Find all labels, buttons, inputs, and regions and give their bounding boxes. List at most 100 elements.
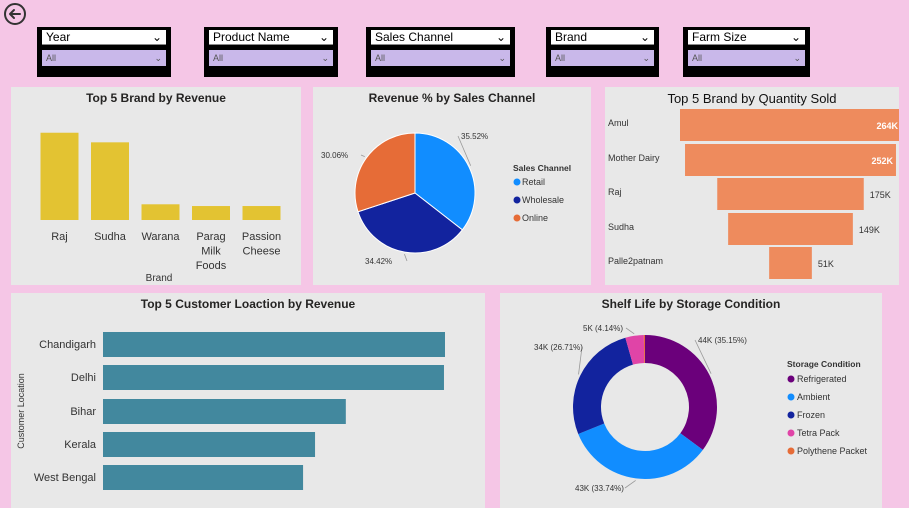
funnel-bar-3 bbox=[728, 213, 853, 245]
data-label: 149K bbox=[859, 225, 880, 235]
slicer-sales-channel[interactable]: Sales Channel ⌄ All ⌄ bbox=[366, 27, 515, 77]
slicer-dropdown[interactable]: All ⌄ bbox=[209, 50, 333, 66]
chevron-down-icon: ⌄ bbox=[642, 52, 650, 63]
x-tick-label: Warana bbox=[141, 231, 180, 243]
chevron-down-icon: ⌄ bbox=[495, 30, 506, 44]
slicer-header[interactable]: Year ⌄ bbox=[42, 30, 166, 45]
legend-marker bbox=[513, 196, 521, 204]
leader-line bbox=[625, 327, 635, 335]
legend-marker bbox=[513, 214, 521, 222]
slicer-value: All bbox=[692, 53, 703, 63]
funnel-label: Amul bbox=[608, 118, 629, 128]
slicer-label: Brand bbox=[555, 30, 588, 44]
slicer-farm-size[interactable]: Farm Size ⌄ All ⌄ bbox=[683, 27, 810, 77]
chevron-down-icon: ⌄ bbox=[151, 30, 162, 44]
shelf-life-chart: 44K (35.15%) 43K (33.74%) 34K (26.71%) 5K (… bbox=[534, 324, 868, 493]
sales-channel-panel: Revenue % by Sales Channel 35.52% 34.42% 3… bbox=[313, 87, 591, 285]
arrow-left-icon bbox=[9, 9, 21, 19]
y-axis-title: Customer Location bbox=[16, 373, 26, 449]
slicer-dropdown[interactable]: All ⌄ bbox=[371, 50, 510, 66]
legend-label: Online bbox=[522, 213, 548, 223]
y-tick-label: Delhi bbox=[71, 372, 96, 384]
data-label: 252K bbox=[871, 156, 893, 166]
data-label: 35.52% bbox=[461, 132, 488, 141]
legend-label: Refrigerated bbox=[797, 374, 847, 384]
chevron-down-icon: ⌄ bbox=[154, 52, 162, 63]
data-label: 264K bbox=[876, 121, 898, 131]
slicer-header[interactable]: Farm Size ⌄ bbox=[688, 30, 805, 45]
slicer-label: Product Name bbox=[213, 30, 290, 44]
slicer-label: Year bbox=[46, 30, 71, 44]
slicer-brand[interactable]: Brand ⌄ All ⌄ bbox=[546, 27, 659, 77]
data-label: 34.42% bbox=[365, 257, 392, 266]
x-tick-label: Parag Milk Foods bbox=[196, 231, 227, 272]
bar-0 bbox=[40, 132, 79, 220]
bar-4 bbox=[242, 206, 281, 220]
brand-revenue-chart: Raj Sudha Warana Parag Milk Foods Passion Chees… bbox=[40, 132, 281, 284]
brand-quantity-chart: Amul 264K Mother Dairy 252K Raj 175K Sudha 149K… bbox=[608, 109, 899, 279]
legend-marker bbox=[787, 411, 795, 419]
bar-3 bbox=[192, 206, 230, 220]
legend-label: Wholesale bbox=[522, 195, 564, 205]
sales-channel-chart: 35.52% 34.42% 30.06% Sales Channel Retail Who… bbox=[321, 132, 571, 266]
bar-0 bbox=[103, 332, 445, 357]
leader-line bbox=[360, 154, 365, 158]
legend-label: Frozen bbox=[797, 410, 825, 420]
y-tick-label: West Bengal bbox=[34, 472, 96, 484]
shelf-life-panel: Shelf Life by Storage Condition 44K (35.… bbox=[500, 293, 882, 508]
bar-3 bbox=[103, 432, 316, 457]
slicer-header[interactable]: Product Name ⌄ bbox=[209, 30, 333, 45]
data-label: 51K bbox=[818, 259, 834, 269]
donut-slice-2 bbox=[573, 337, 633, 434]
chevron-down-icon: ⌄ bbox=[793, 52, 801, 63]
slicer-dropdown[interactable]: All ⌄ bbox=[551, 50, 654, 66]
y-tick-label: Bihar bbox=[70, 406, 96, 418]
funnel-bar-2 bbox=[717, 178, 864, 210]
x-axis-title: Brand bbox=[146, 273, 173, 284]
chevron-down-icon: ⌄ bbox=[790, 30, 801, 44]
donut-slice-0 bbox=[645, 335, 717, 450]
leader-line bbox=[624, 480, 636, 489]
x-tick-label: Sudha bbox=[94, 231, 127, 243]
x-tick-label: Raj bbox=[51, 231, 68, 243]
funnel-bar-4 bbox=[769, 247, 812, 279]
chevron-down-icon: ⌄ bbox=[318, 30, 329, 44]
data-label: 43K (33.74%) bbox=[575, 484, 624, 493]
funnel-label: Raj bbox=[608, 187, 622, 197]
slicer-label: Farm Size bbox=[692, 30, 747, 44]
legend-label: Tetra Pack bbox=[797, 428, 840, 438]
data-label: 30.06% bbox=[321, 151, 348, 160]
bar-1 bbox=[91, 142, 129, 220]
brand-revenue-panel: Top 5 Brand by Revenue Raj Sudha Warana Par… bbox=[11, 87, 301, 285]
data-label: 175K bbox=[870, 190, 891, 200]
data-label: 5K (4.14%) bbox=[583, 324, 623, 333]
legend-marker bbox=[787, 447, 795, 455]
data-label: 44K (35.15%) bbox=[698, 336, 747, 345]
funnel-label: Sudha bbox=[608, 222, 634, 232]
slicer-product-name[interactable]: Product Name ⌄ All ⌄ bbox=[204, 27, 338, 77]
legend-marker bbox=[787, 375, 795, 383]
legend-marker bbox=[513, 178, 521, 186]
slicer-year[interactable]: Year ⌄ All ⌄ bbox=[37, 27, 171, 77]
slicer-dropdown[interactable]: All ⌄ bbox=[688, 50, 805, 66]
legend-title: Storage Condition bbox=[787, 359, 861, 369]
chevron-down-icon: ⌄ bbox=[321, 52, 329, 63]
legend-title: Sales Channel bbox=[513, 163, 571, 173]
back-button[interactable] bbox=[4, 3, 26, 25]
slicer-header[interactable]: Sales Channel ⌄ bbox=[371, 30, 510, 45]
brand-quantity-panel: Top 5 Brand by Quantity Sold Amul 264K Mot… bbox=[605, 87, 899, 285]
legend-marker bbox=[787, 393, 795, 401]
y-tick-label: Kerala bbox=[64, 439, 97, 451]
funnel-label: Mother Dairy bbox=[608, 153, 660, 163]
leader-line bbox=[404, 253, 408, 262]
slicer-dropdown[interactable]: All ⌄ bbox=[42, 50, 166, 66]
data-label: 34K (26.71%) bbox=[534, 343, 583, 352]
bar-1 bbox=[103, 365, 444, 390]
slicer-value: All bbox=[46, 53, 57, 63]
funnel-label: Palle2patnam bbox=[608, 256, 663, 266]
slicer-header[interactable]: Brand ⌄ bbox=[551, 30, 654, 45]
slicer-value: All bbox=[213, 53, 224, 63]
legend-marker bbox=[787, 429, 795, 437]
bar-2 bbox=[103, 399, 346, 424]
slicer-label: Sales Channel bbox=[375, 30, 454, 44]
